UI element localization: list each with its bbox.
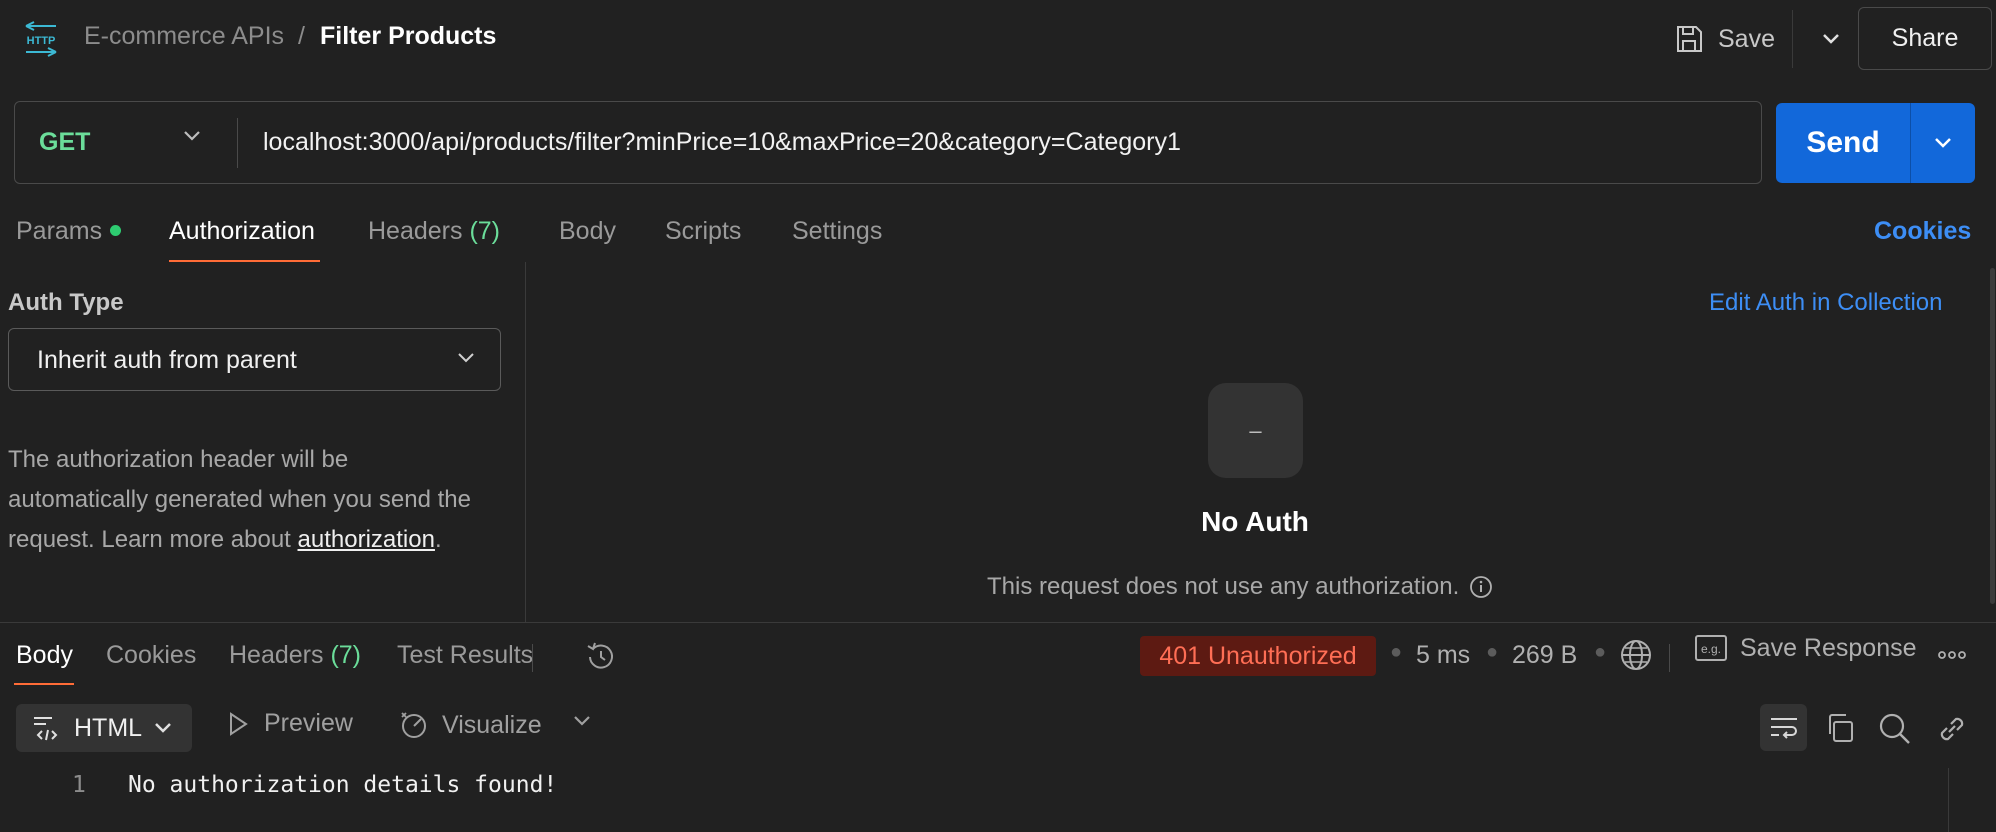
- method-select[interactable]: GET: [39, 128, 90, 157]
- tab-params-label: Params: [16, 217, 103, 245]
- tab-authorization[interactable]: Authorization: [169, 217, 315, 246]
- authorization-docs-link[interactable]: authorization: [298, 526, 435, 553]
- no-auth-icon: –: [1208, 383, 1303, 478]
- active-tab-underline: [169, 260, 320, 262]
- share-button[interactable]: Share: [1858, 7, 1992, 70]
- wrap-lines-icon: [1768, 713, 1800, 743]
- response-active-tab-underline: [14, 683, 74, 685]
- meta-divider: [1669, 644, 1670, 672]
- svg-text:e.g.: e.g.: [1701, 642, 1721, 656]
- tab-body[interactable]: Body: [559, 217, 616, 246]
- meta-separator: ●: [1594, 641, 1607, 663]
- response-tab-cookies[interactable]: Cookies: [106, 641, 196, 670]
- save-button[interactable]: Save: [1674, 14, 1775, 64]
- response-size[interactable]: 269 B: [1512, 641, 1577, 670]
- page-title[interactable]: Filter Products: [320, 22, 496, 51]
- tab-scripts[interactable]: Scripts: [665, 217, 741, 246]
- meta-separator: ●: [1390, 641, 1403, 663]
- globe-icon[interactable]: [1619, 638, 1653, 672]
- auth-type-value: Inherit auth from parent: [37, 346, 297, 374]
- response-tab-headers[interactable]: Headers (7): [229, 641, 361, 670]
- url-input[interactable]: localhost:3000/api/products/filter?minPr…: [263, 128, 1181, 157]
- auth-type-select[interactable]: Inherit auth from parent: [8, 328, 501, 391]
- response-body-line[interactable]: No authorization details found!: [128, 772, 557, 798]
- http-icon: HTTP: [22, 20, 60, 58]
- panel-divider[interactable]: [525, 262, 526, 622]
- save-label: Save: [1718, 24, 1775, 53]
- save-options-button[interactable]: [1806, 20, 1856, 58]
- format-select[interactable]: HTML: [16, 704, 192, 752]
- response-tabs-divider: [532, 644, 533, 672]
- save-response-label: Save Response: [1740, 633, 1917, 662]
- tab-headers-label: Headers: [368, 217, 463, 245]
- http-icon-label: HTTP: [27, 35, 56, 47]
- params-active-dot: [110, 224, 122, 236]
- info-icon[interactable]: [1469, 575, 1493, 599]
- auth-panel-scrollbar[interactable]: [1990, 268, 1995, 604]
- auth-description: The authorization header will be automat…: [8, 440, 478, 560]
- wrap-lines-button[interactable]: [1760, 704, 1807, 751]
- response-tab-headers-label: Headers: [229, 641, 324, 669]
- response-tab-body[interactable]: Body: [16, 641, 73, 670]
- more-options-icon[interactable]: [1936, 640, 1968, 670]
- chevron-down-icon: [456, 351, 476, 365]
- chevron-down-icon[interactable]: [183, 130, 201, 142]
- chevron-down-icon: [1934, 137, 1952, 149]
- headers-count: (7): [469, 217, 501, 245]
- meta-separator: ●: [1486, 641, 1499, 663]
- response-time[interactable]: 5 ms: [1416, 641, 1470, 670]
- breadcrumb-collection[interactable]: E-commerce APIs: [84, 22, 284, 51]
- floppy-disk-icon: [1674, 24, 1704, 54]
- example-icon: e.g.: [1694, 633, 1728, 663]
- send-button[interactable]: Send: [1776, 103, 1910, 183]
- chevron-down-icon: [1822, 33, 1840, 45]
- no-auth-title: No Auth: [1201, 506, 1309, 537]
- cookies-link[interactable]: Cookies: [1874, 217, 1971, 246]
- request-url-bar: GET localhost:3000/api/products/filter?m…: [14, 101, 1762, 184]
- line-number: 1: [72, 772, 86, 798]
- history-icon[interactable]: [584, 640, 618, 674]
- visualize-button[interactable]: Visualize: [398, 709, 542, 741]
- tab-params[interactable]: Params: [16, 217, 122, 246]
- save-response-button[interactable]: e.g. Save Response: [1694, 633, 1917, 663]
- auth-description-period: .: [434, 526, 442, 553]
- auth-type-label: Auth Type: [8, 289, 124, 316]
- edit-auth-in-collection-link[interactable]: Edit Auth in Collection: [1709, 289, 1942, 317]
- no-auth-description: This request does not use any authorizat…: [987, 573, 1493, 601]
- no-auth-description-text: This request does not use any authorizat…: [987, 573, 1460, 600]
- search-icon[interactable]: [1878, 712, 1912, 746]
- chevron-down-icon[interactable]: [572, 714, 592, 728]
- preview-button[interactable]: Preview: [226, 709, 353, 738]
- tab-headers[interactable]: Headers (7): [368, 217, 500, 246]
- send-options-button[interactable]: [1911, 103, 1975, 183]
- chevron-down-icon: [154, 722, 172, 734]
- preview-label: Preview: [264, 709, 353, 737]
- editor-minimap-edge: [1948, 768, 1949, 832]
- play-icon: [226, 711, 250, 737]
- tab-settings[interactable]: Settings: [792, 217, 882, 246]
- url-divider: [237, 118, 238, 168]
- copy-icon[interactable]: [1824, 712, 1856, 744]
- top-bar: HTTP E-commerce APIs / Filter Products S…: [0, 0, 1996, 78]
- response-headers-count: (7): [330, 641, 362, 669]
- code-format-icon: [32, 713, 62, 743]
- response-tab-test-results[interactable]: Test Results: [397, 641, 533, 670]
- save-divider: [1792, 10, 1793, 68]
- visualize-icon: [398, 709, 430, 741]
- visualize-label: Visualize: [442, 710, 542, 739]
- format-value: HTML: [74, 713, 143, 742]
- status-badge[interactable]: 401 Unauthorized: [1140, 636, 1376, 676]
- response-divider[interactable]: [0, 622, 1996, 623]
- link-icon[interactable]: [1935, 712, 1969, 746]
- breadcrumb-separator: /: [298, 22, 305, 50]
